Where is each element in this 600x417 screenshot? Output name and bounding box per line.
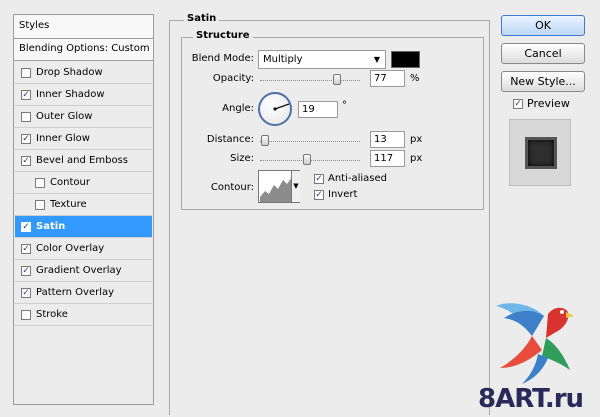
contour-label: Contour: [210, 182, 254, 193]
satin-checkbox[interactable]: ✓ [21, 222, 31, 232]
gradient-overlay-checkbox[interactable]: ✓ [21, 266, 31, 276]
blend-mode-label: Blend Mode: [191, 53, 254, 64]
styles-header[interactable]: Styles [14, 15, 153, 39]
style-item-label: Stroke [36, 309, 68, 320]
style-item-label: Inner Shadow [36, 89, 105, 100]
anti-aliased-label: Anti-aliased [328, 173, 388, 184]
preview-checkbox[interactable]: ✓ [513, 99, 523, 109]
style-item-label: Pattern Overlay [36, 287, 115, 298]
size-label: Size: [230, 153, 254, 164]
distance-unit: px [410, 134, 423, 145]
style-item-contour[interactable]: Contour [15, 172, 152, 194]
style-preview-thumbnail [509, 119, 571, 186]
style-item-stroke[interactable]: Stroke [15, 304, 152, 326]
contour-sub-checkbox[interactable] [35, 178, 45, 188]
invert-label: Invert [328, 189, 358, 200]
color-overlay-checkbox[interactable]: ✓ [21, 244, 31, 254]
distance-slider-track[interactable] [260, 141, 360, 142]
style-item-label: Outer Glow [36, 111, 93, 122]
contour-dropdown-arrow-icon[interactable]: ▼ [291, 171, 300, 202]
distance-label: Distance: [206, 134, 254, 145]
new-style-button[interactable]: New Style... [501, 71, 585, 92]
stroke-checkbox[interactable] [21, 310, 31, 320]
style-item-label: Satin [36, 221, 66, 232]
style-item-label: Gradient Overlay [36, 265, 122, 276]
anti-aliased-checkbox[interactable]: ✓ [314, 174, 324, 184]
satin-title: Satin [184, 13, 220, 24]
angle-unit: ° [342, 100, 347, 111]
watermark-text: 8ART.ru [478, 384, 584, 414]
style-item-label: Drop Shadow [36, 67, 103, 78]
angle-dial[interactable] [258, 92, 292, 126]
inner-shadow-checkbox[interactable]: ✓ [21, 90, 31, 100]
size-input[interactable]: 117 [370, 150, 405, 167]
angle-label: Angle: [222, 103, 254, 114]
opacity-input[interactable]: 77 [370, 70, 405, 87]
style-item-gradient-overlay[interactable]: ✓ Gradient Overlay [15, 260, 152, 282]
style-item-pattern-overlay[interactable]: ✓ Pattern Overlay [15, 282, 152, 304]
angle-needle-icon [273, 103, 290, 111]
inner-glow-checkbox[interactable]: ✓ [21, 134, 31, 144]
style-item-label: Bevel and Emboss [36, 155, 128, 166]
angle-input[interactable]: 19 [298, 101, 338, 118]
style-item-outer-glow[interactable]: Outer Glow [15, 106, 152, 128]
contour-picker[interactable]: ▼ [258, 170, 300, 203]
opacity-unit: % [410, 73, 420, 84]
blending-options-item[interactable]: Blending Options: Custom [14, 39, 153, 61]
distance-input[interactable]: 13 [370, 131, 405, 148]
blend-mode-value: Multiply [263, 54, 303, 65]
preview-swatch [525, 137, 557, 169]
drop-shadow-checkbox[interactable] [21, 68, 31, 78]
bevel-and-emboss-checkbox[interactable]: ✓ [21, 156, 31, 166]
distance-slider-thumb[interactable] [261, 135, 269, 146]
pattern-overlay-checkbox[interactable]: ✓ [21, 288, 31, 298]
style-item-texture[interactable]: Texture [15, 194, 152, 216]
opacity-slider-thumb[interactable] [333, 74, 341, 85]
blend-mode-select[interactable]: Multiply ▼ [258, 50, 386, 69]
size-slider-thumb[interactable] [303, 154, 311, 165]
style-item-label: Texture [50, 199, 87, 210]
invert-checkbox[interactable]: ✓ [314, 190, 324, 200]
ok-button[interactable]: OK [501, 15, 585, 36]
outer-glow-checkbox[interactable] [21, 112, 31, 122]
style-item-label: Inner Glow [36, 133, 90, 144]
style-item-bevel-and-emboss[interactable]: ✓ Bevel and Emboss [15, 150, 152, 172]
style-item-inner-shadow[interactable]: ✓ Inner Shadow [15, 84, 152, 106]
size-unit: px [410, 153, 423, 164]
cancel-button[interactable]: Cancel [501, 43, 585, 64]
color-swatch[interactable] [391, 51, 420, 68]
style-item-inner-glow[interactable]: ✓ Inner Glow [15, 128, 152, 150]
style-item-satin[interactable]: ✓ Satin [15, 216, 152, 238]
opacity-label: Opacity: [212, 73, 254, 84]
preview-label: Preview [527, 97, 570, 110]
structure-title: Structure [193, 30, 253, 41]
style-item-color-overlay[interactable]: ✓ Color Overlay [15, 238, 152, 260]
style-item-drop-shadow[interactable]: Drop Shadow [15, 62, 152, 84]
parrot-logo-icon [496, 303, 574, 384]
style-item-label: Color Overlay [36, 243, 105, 254]
texture-checkbox[interactable] [35, 200, 45, 210]
opacity-slider-track[interactable] [260, 80, 360, 81]
dropdown-arrow-icon: ▼ [373, 55, 380, 64]
style-item-label: Contour [50, 177, 90, 188]
styles-panel: Styles Blending Options: Custom Drop Sha… [13, 14, 154, 405]
